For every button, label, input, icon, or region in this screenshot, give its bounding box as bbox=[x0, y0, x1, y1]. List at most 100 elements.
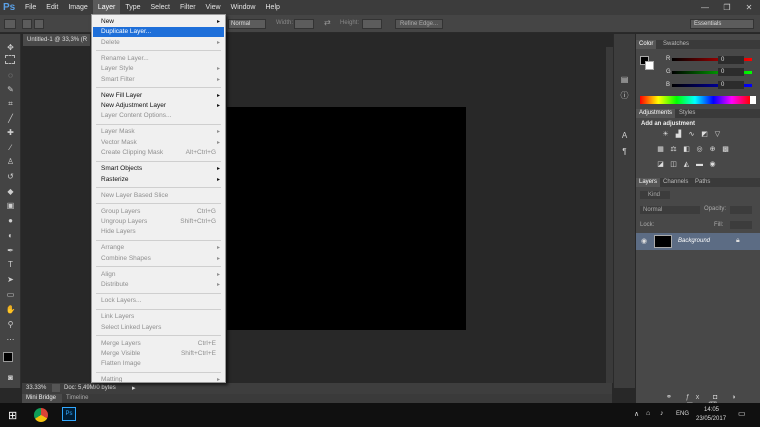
quick-mask-icon[interactable]: ◙ bbox=[4, 372, 17, 384]
menu-edit[interactable]: Edit bbox=[41, 0, 63, 15]
menu-filter[interactable]: Filter bbox=[175, 0, 201, 15]
status-menu-icon[interactable] bbox=[52, 384, 60, 392]
menu-item-new[interactable]: New ▸ bbox=[93, 17, 224, 27]
menu-item-group-layers[interactable]: Group Layers Ctrl+G bbox=[93, 207, 224, 217]
g-value-input[interactable]: 0 bbox=[718, 68, 744, 76]
channel-mixer-icon[interactable]: ⊕ bbox=[708, 146, 717, 154]
tab-styles[interactable]: Styles bbox=[676, 109, 698, 118]
tab-swatches[interactable]: Swatches bbox=[660, 40, 692, 49]
kind-filter[interactable]: Kind bbox=[640, 191, 670, 199]
tray-arrow-icon[interactable]: ∧ bbox=[634, 410, 639, 418]
path-selection-icon[interactable]: ➤ bbox=[4, 274, 17, 286]
menu-item-arrange[interactable]: Arrange ▸ bbox=[93, 243, 224, 253]
white-swatch[interactable] bbox=[750, 96, 756, 104]
menu-file[interactable]: File bbox=[20, 0, 41, 15]
menu-item-hide-layers[interactable]: Hide Layers bbox=[93, 227, 224, 237]
eye-icon[interactable]: ◉ bbox=[641, 237, 647, 245]
menu-item-layer-style[interactable]: Layer Style ▸ bbox=[93, 64, 224, 74]
menu-item-duplicate-layer[interactable]: Duplicate Layer... bbox=[93, 27, 224, 38]
curves-icon[interactable]: ∿ bbox=[687, 131, 696, 139]
eraser-icon[interactable]: ◆ bbox=[4, 186, 17, 198]
menu-layer[interactable]: Layer bbox=[92, 0, 121, 15]
menu-item-smart-objects[interactable]: Smart Objects ▸ bbox=[93, 164, 224, 174]
menu-item-link-layers[interactable]: Link Layers bbox=[93, 312, 224, 322]
chrome-icon[interactable] bbox=[34, 408, 48, 422]
threshold-icon[interactable]: ◭ bbox=[682, 161, 691, 169]
language-indicator[interactable]: ENG bbox=[676, 411, 689, 417]
document-canvas[interactable] bbox=[227, 107, 466, 330]
move-tool-icon[interactable]: ✥ bbox=[4, 42, 17, 54]
zoom-tool-icon[interactable]: ⚲ bbox=[4, 319, 17, 331]
vertical-scrollbar[interactable] bbox=[606, 47, 613, 383]
hand-tool-icon[interactable]: ✋ bbox=[4, 304, 17, 316]
restore-button[interactable]: ❐ bbox=[716, 0, 738, 15]
layers-footer-icons[interactable]: ⚭ ƒx ◘ ◑ ▭ ▤ ⌫ bbox=[666, 393, 760, 409]
menu-item-delete[interactable]: Delete ▸ bbox=[93, 38, 224, 48]
workspace-select[interactable]: Essentials bbox=[690, 19, 754, 29]
menu-item-select-linked-layers[interactable]: Select Linked Layers bbox=[93, 323, 224, 333]
paragraph-panel-icon[interactable]: ¶ bbox=[618, 146, 631, 158]
r-value-input[interactable]: 0 bbox=[718, 56, 744, 64]
hue-saturation-icon[interactable]: ▦ bbox=[656, 146, 665, 154]
opacity-input[interactable] bbox=[730, 206, 752, 214]
background-color[interactable] bbox=[645, 61, 654, 70]
selective-color-icon[interactable]: ◉ bbox=[708, 161, 717, 169]
gradient-map-icon[interactable]: ▬ bbox=[695, 161, 704, 169]
brightness-icon[interactable]: ☀ bbox=[661, 131, 670, 139]
start-icon[interactable]: ⊞ bbox=[8, 409, 17, 422]
tab-mini-bridge[interactable]: Mini Bridge bbox=[22, 394, 62, 403]
clone-stamp-icon[interactable]: ♙ bbox=[4, 156, 17, 168]
menu-item-ungroup-layers[interactable]: Ungroup Layers Shift+Ctrl+G bbox=[93, 217, 224, 227]
volume-icon[interactable]: ♪ bbox=[660, 410, 664, 417]
invert-icon[interactable]: ◪ bbox=[656, 161, 665, 169]
photoshop-taskbar-icon[interactable]: Ps bbox=[62, 407, 76, 421]
menu-item-merge-layers[interactable]: Merge Layers Ctrl+E bbox=[93, 339, 224, 349]
healing-brush-icon[interactable]: ✚ bbox=[4, 127, 17, 139]
b-value-input[interactable]: 0 bbox=[718, 81, 744, 89]
menu-type[interactable]: Type bbox=[120, 0, 145, 15]
menu-item-vector-mask[interactable]: Vector Mask ▸ bbox=[93, 138, 224, 148]
photo-filter-icon[interactable]: ◎ bbox=[695, 146, 704, 154]
rectangle-tool-icon[interactable]: ▭ bbox=[4, 289, 17, 301]
menu-item-create-clipping-mask[interactable]: Create Clipping Mask Alt+Ctrl+G bbox=[93, 148, 224, 158]
menu-item-new-layer-based-slice[interactable]: New Layer Based Slice bbox=[93, 191, 224, 201]
color-spectrum[interactable] bbox=[640, 96, 750, 104]
menu-window[interactable]: Window bbox=[226, 0, 261, 15]
tab-adjustments[interactable]: Adjustments bbox=[636, 109, 676, 118]
menu-select[interactable]: Select bbox=[146, 0, 175, 15]
menu-item-rename-layer[interactable]: Rename Layer... bbox=[93, 54, 224, 64]
crop-tool-icon[interactable]: ⌗ bbox=[4, 98, 17, 110]
tool-preset-picker[interactable] bbox=[4, 19, 16, 29]
vibrance-icon[interactable]: ▽ bbox=[713, 131, 722, 139]
fill-input[interactable] bbox=[730, 221, 752, 229]
minimize-button[interactable]: — bbox=[694, 0, 716, 15]
menu-image[interactable]: Image bbox=[63, 0, 92, 15]
marquee-tool-icon[interactable] bbox=[5, 55, 15, 64]
clock-time[interactable]: 14:05 bbox=[704, 407, 719, 413]
black-white-icon[interactable]: ◧ bbox=[682, 146, 691, 154]
exposure-icon[interactable]: ◩ bbox=[700, 131, 709, 139]
gradient-tool-icon[interactable]: ▣ bbox=[4, 200, 17, 212]
menu-item-merge-visible[interactable]: Merge Visible Shift+Ctrl+E bbox=[93, 349, 224, 359]
zoom-level[interactable]: 33.33% bbox=[26, 385, 46, 391]
tab-layers[interactable]: Layers bbox=[636, 178, 661, 187]
network-icon[interactable]: ⌂ bbox=[646, 410, 650, 417]
menu-help[interactable]: Help bbox=[261, 0, 285, 15]
menu-item-flatten-image[interactable]: Flatten Image bbox=[93, 359, 224, 369]
close-button[interactable]: ✕ bbox=[738, 0, 760, 15]
eyedropper-icon[interactable]: ╱ bbox=[4, 113, 17, 125]
menu-item-new-fill-layer[interactable]: New Fill Layer ▸ bbox=[93, 91, 224, 101]
blend-mode-select[interactable]: Normal bbox=[640, 206, 700, 214]
color-balance-icon[interactable]: ⚖ bbox=[669, 146, 678, 154]
blur-tool-icon[interactable]: ● bbox=[4, 215, 17, 227]
document-tab[interactable]: Untitled-1 @ 33,3% (R bbox=[23, 34, 90, 46]
menu-view[interactable]: View bbox=[201, 0, 226, 15]
history-brush-icon[interactable]: ↺ bbox=[4, 171, 17, 183]
layer-row-background[interactable]: ◉ Background 🔒︎ bbox=[636, 233, 760, 250]
add-selection-icon[interactable] bbox=[34, 19, 44, 29]
menu-item-combine-shapes[interactable]: Combine Shapes ▸ bbox=[93, 254, 224, 264]
menu-item-new-adjustment-layer[interactable]: New Adjustment Layer ▸ bbox=[93, 101, 224, 111]
tab-color[interactable]: Color bbox=[636, 40, 657, 49]
dodge-tool-icon[interactable]: ◐ bbox=[4, 230, 17, 242]
menu-item-align[interactable]: Align ▸ bbox=[93, 270, 224, 280]
